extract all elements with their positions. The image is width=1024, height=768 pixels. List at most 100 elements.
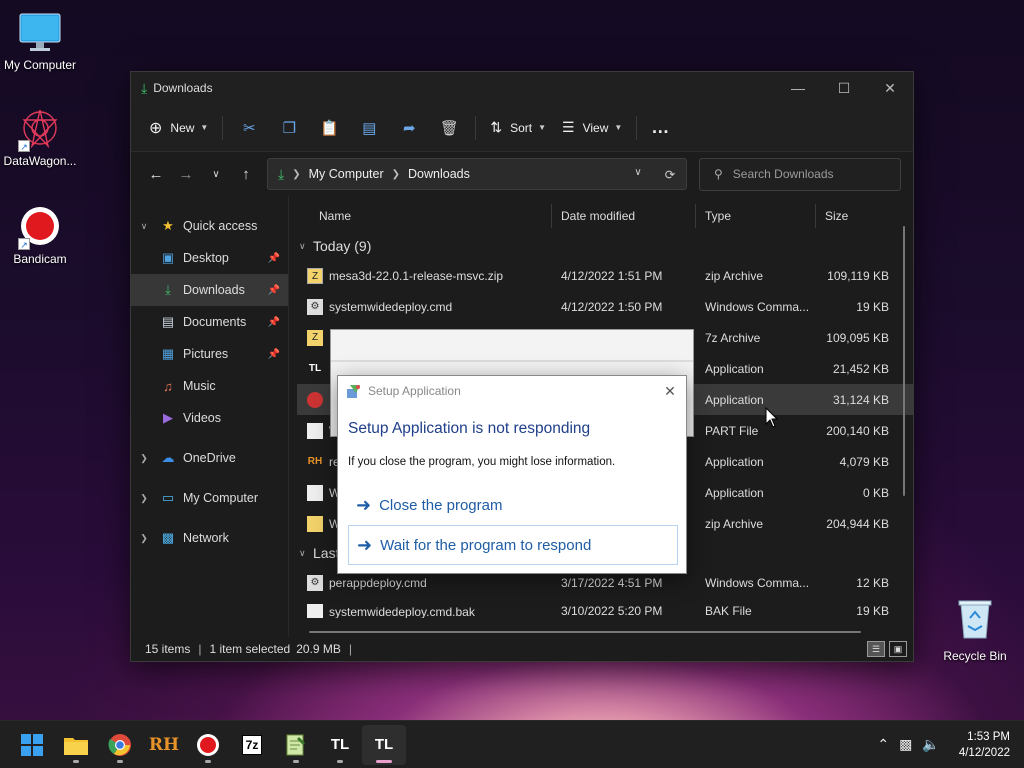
chevron-down-icon[interactable]: ∨ — [131, 221, 157, 232]
close-button[interactable]: ✕ — [867, 72, 913, 104]
close-program-button[interactable]: ➜ Close the program — [348, 485, 678, 525]
copy-button[interactable]: ❐ — [269, 112, 309, 144]
nav-quick-access[interactable]: ∨ ★ Quick access — [131, 210, 288, 242]
pin-icon: 📌 — [267, 252, 280, 264]
taskbar-file-explorer[interactable] — [54, 725, 98, 765]
start-button[interactable] — [10, 725, 54, 765]
paste-button[interactable]: 📋 — [309, 112, 349, 144]
tiles-view-icon[interactable]: ▣ — [889, 641, 907, 657]
app-installer-icon — [307, 391, 323, 408]
breadcrumb-my-computer[interactable]: My Computer — [309, 167, 384, 181]
dialog-title-bar[interactable]: Setup Application ✕ — [338, 376, 686, 406]
recent-locations-button[interactable]: ∨ — [201, 159, 231, 189]
file-size: 204,944 KB — [826, 516, 889, 531]
nav-item-documents[interactable]: ▤ Documents 📌 — [131, 306, 288, 338]
desktop-icon-recycle-bin[interactable]: Recycle Bin — [940, 596, 1010, 663]
vertical-scrollbar[interactable] — [903, 226, 905, 496]
rename-button[interactable]: ▤ — [349, 112, 389, 144]
wait-for-program-button[interactable]: ➜ Wait for the program to respond — [348, 525, 678, 565]
back-button[interactable]: ← — [141, 159, 171, 189]
list-item[interactable]: Zmesa3d-22.0.1-release-msvc.zip 4/12/202… — [297, 260, 913, 291]
more-icon: … — [651, 117, 670, 137]
speaker-icon[interactable]: 🔈 — [922, 736, 939, 753]
maximize-button[interactable]: ☐ — [821, 72, 867, 104]
zip-file-icon: Z — [307, 267, 323, 284]
chevron-right-icon[interactable]: ❯ — [131, 453, 157, 464]
sort-button[interactable]: ⇅ Sort ▼ — [482, 112, 554, 144]
file-name: systemwidedeploy.cmd.bak — [329, 605, 475, 618]
chevron-up-icon[interactable]: ⌃ — [877, 736, 889, 753]
taskbar-bandicam[interactable] — [186, 725, 230, 765]
desktop-icon-my-computer[interactable]: My Computer — [0, 10, 80, 72]
new-button[interactable]: ⊕ New ▼ — [141, 112, 216, 144]
file-size: 0 KB — [862, 485, 889, 500]
network-icon[interactable]: ▩ — [899, 736, 912, 753]
search-box[interactable]: ⚲ — [699, 157, 901, 191]
up-button[interactable]: ↑ — [231, 159, 261, 189]
system-tray: ⌃ ▩ 🔈 1:53 PM 4/12/2022 — [872, 729, 1024, 761]
nav-network[interactable]: ❯ ▩ Network — [131, 522, 288, 554]
nav-item-videos[interactable]: ▶ Videos — [131, 402, 288, 434]
more-options-button[interactable]: … — [643, 112, 677, 144]
column-header-date[interactable]: Date modified — [551, 200, 695, 232]
list-item[interactable]: systemwidedeploy.cmd.bak 3/10/2022 5:20 … — [297, 598, 913, 618]
title-bar[interactable]: ⤓ Downloads — ☐ ✕ — [131, 72, 913, 104]
desktop-folder-icon: ▣ — [161, 250, 175, 265]
desktop-icon-datawagon[interactable]: ↗ DataWagon... — [0, 106, 80, 168]
address-bar[interactable]: ⤓ ❯ My Computer ❯ Downloads ∨ ⟳ — [267, 158, 687, 190]
clock[interactable]: 1:53 PM 4/12/2022 — [959, 729, 1010, 761]
list-item[interactable]: ⚙ systemwidedeploy.cmd 4/12/2022 1:50 PM … — [297, 291, 913, 322]
file-type: Application — [705, 361, 764, 376]
desktop-icon-bandicam[interactable]: ↗ Bandicam — [0, 204, 80, 266]
pin-icon: 📌 — [267, 284, 280, 296]
search-input[interactable] — [732, 167, 883, 181]
taskbar-notepad[interactable] — [274, 725, 318, 765]
recycle-bin-icon — [940, 596, 1010, 643]
taskbar-tl-app-active[interactable]: TL — [362, 724, 406, 765]
nav-onedrive[interactable]: ❯ ☁ OneDrive — [131, 442, 288, 474]
delete-button[interactable]: 🗑 — [429, 112, 469, 144]
forward-button[interactable]: → — [171, 159, 201, 189]
minimize-button[interactable]: — — [775, 72, 821, 104]
copy-icon: ❐ — [282, 119, 297, 137]
taskbar-rh[interactable]: RH — [142, 725, 186, 765]
file-type: Application — [705, 454, 764, 469]
nav-item-pictures[interactable]: ▦ Pictures 📌 — [131, 338, 288, 370]
column-header-type[interactable]: Type — [695, 200, 815, 232]
taskbar-tl-app[interactable]: TL — [318, 725, 362, 765]
desktop-icon-label: Recycle Bin — [943, 649, 1007, 663]
dialog-title: Setup Application — [368, 384, 461, 398]
breadcrumb-downloads[interactable]: Downloads — [408, 167, 470, 181]
desktop-icon-label: DataWagon... — [3, 154, 77, 168]
cut-button[interactable]: ✂ — [229, 112, 269, 144]
group-header-today[interactable]: ∨ Today (9) — [297, 232, 913, 260]
refresh-icon[interactable]: ⟳ — [654, 167, 686, 182]
column-header-name[interactable]: Name — [297, 200, 551, 232]
chevron-right-icon[interactable]: ❯ — [131, 533, 157, 544]
cloud-icon: ☁ — [161, 450, 175, 465]
chevron-right-icon[interactable]: ❯ — [131, 493, 157, 504]
close-icon[interactable]: ✕ — [654, 383, 686, 400]
music-icon: ♫ — [163, 378, 173, 394]
nav-item-music[interactable]: ♫ Music — [131, 370, 288, 402]
selection-size: 20.9 MB — [296, 642, 341, 656]
nav-my-computer[interactable]: ❯ ▭ My Computer — [131, 482, 288, 514]
running-indicator — [117, 759, 123, 763]
share-button[interactable]: ➦ — [389, 112, 429, 144]
monitor-icon: ▭ — [161, 490, 175, 505]
command-bar: ⊕ New ▼ ✂ ❐ 📋 ▤ ➦ 🗑 ⇅ Sort ▼ ☰ View ▼ … — [131, 104, 913, 152]
chevron-right-icon: ❯ — [292, 168, 301, 180]
taskbar-7zip[interactable]: 7z — [230, 725, 274, 765]
taskbar-chrome[interactable] — [98, 725, 142, 765]
running-indicator — [73, 759, 79, 763]
chrome-icon — [108, 733, 131, 756]
view-button[interactable]: ☰ View ▼ — [554, 112, 630, 144]
horizontal-scrollbar[interactable] — [309, 631, 861, 633]
address-dropdown-icon[interactable]: ∨ — [622, 167, 654, 182]
option-label: Close the program — [379, 496, 503, 514]
nav-item-desktop[interactable]: ▣ Desktop 📌 — [131, 242, 288, 274]
column-header-size[interactable]: Size — [815, 200, 895, 232]
nav-item-downloads[interactable]: ⤓ Downloads 📌 — [131, 274, 288, 306]
details-view-icon[interactable]: ☰ — [867, 641, 885, 657]
file-name: systemwidedeploy.cmd — [329, 299, 453, 314]
